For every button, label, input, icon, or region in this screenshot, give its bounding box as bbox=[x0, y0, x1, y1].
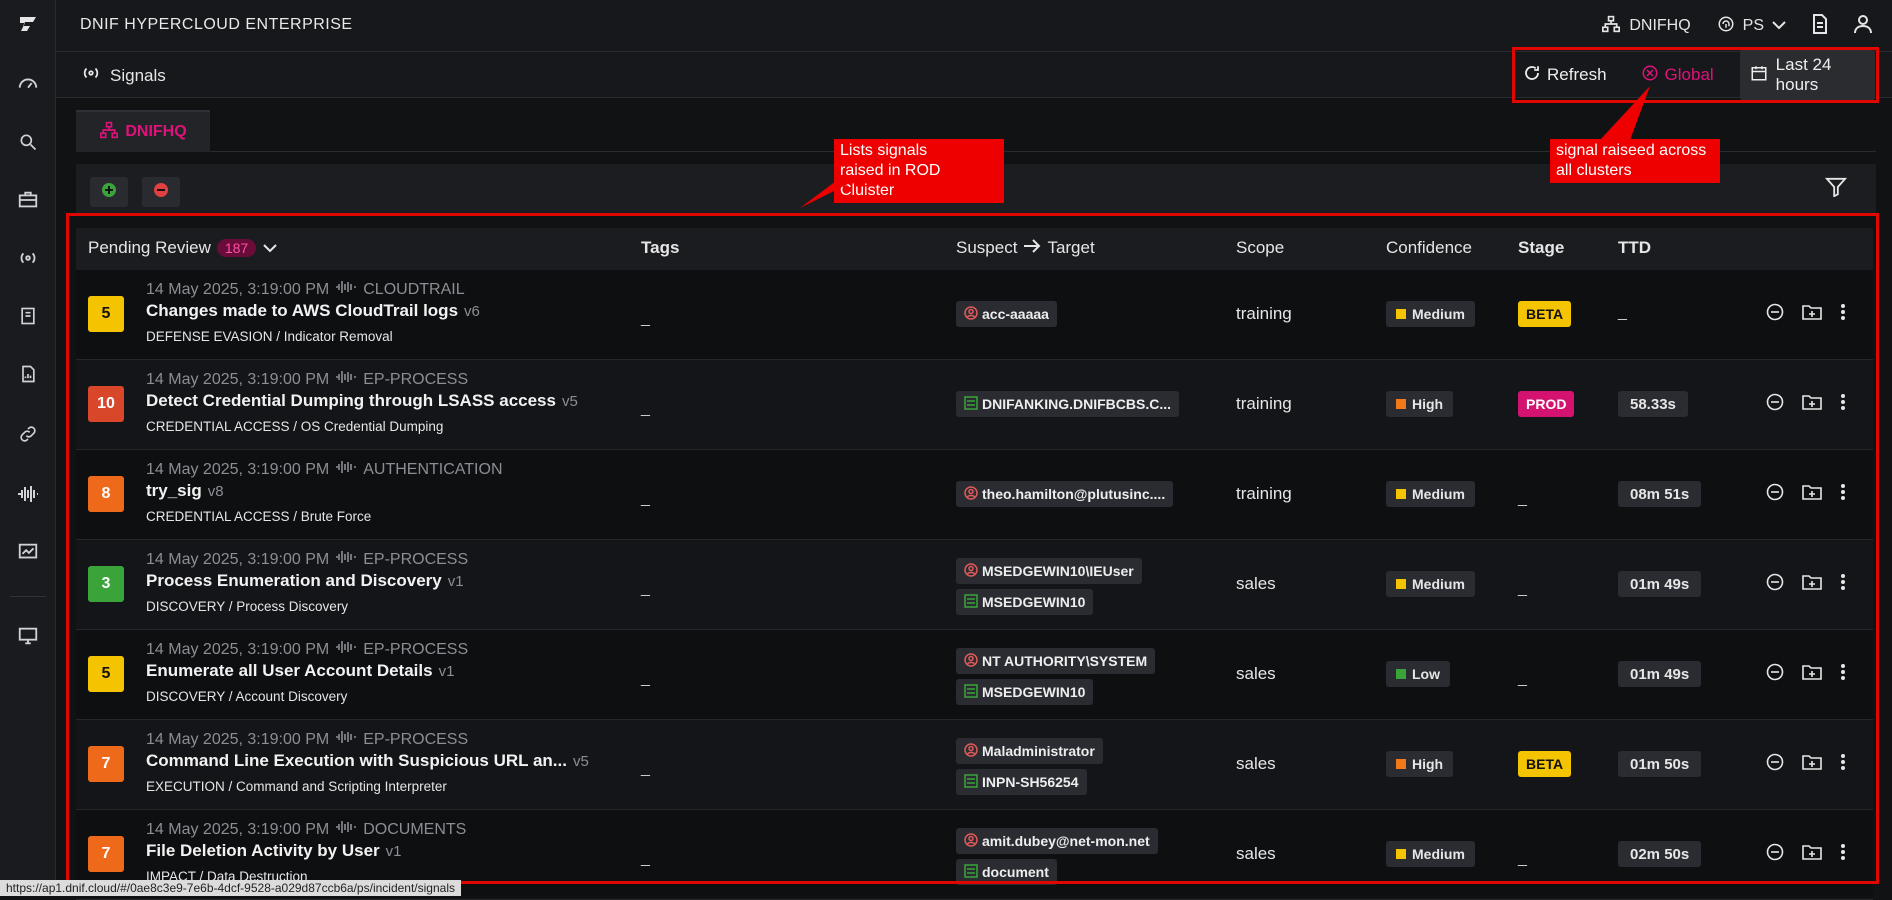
waveform-icon[interactable] bbox=[14, 480, 42, 508]
user-icon bbox=[1854, 14, 1872, 39]
link-icon[interactable] bbox=[14, 420, 42, 448]
signals-icon[interactable] bbox=[14, 244, 42, 272]
tab-dnifhq[interactable]: DNIFHQ bbox=[76, 110, 210, 152]
user-short: PS bbox=[1742, 17, 1764, 34]
notebook-icon[interactable] bbox=[14, 302, 42, 330]
collapse-all-button[interactable] bbox=[142, 177, 180, 207]
chevron-down-icon bbox=[1772, 17, 1786, 35]
status-bar-url: https://ap1.dnif.cloud/#/0ae8c3e9-7e6b-4… bbox=[0, 880, 461, 896]
briefcase-icon[interactable] bbox=[14, 186, 42, 214]
sidebar bbox=[0, 0, 56, 896]
top-bar: DNIF HYPERCLOUD ENTERPRISE DNIFHQ PS bbox=[56, 0, 1892, 52]
minus-circle-icon bbox=[153, 182, 169, 203]
search-icon[interactable] bbox=[14, 128, 42, 156]
callout-pointer-global bbox=[1600, 86, 1650, 140]
plus-circle-icon bbox=[101, 182, 117, 203]
document-icon bbox=[1812, 13, 1828, 39]
callout-global-note: signal raiseed across all clusters bbox=[1550, 139, 1720, 183]
tab-label: DNIFHQ bbox=[125, 123, 187, 140]
profile-button[interactable] bbox=[1854, 14, 1872, 39]
callout-pointer bbox=[800, 178, 860, 208]
monitor-icon[interactable] bbox=[14, 622, 42, 650]
user-menu[interactable]: PS bbox=[1717, 15, 1786, 38]
cluster-icon bbox=[99, 121, 119, 144]
cluster-label: DNIFHQ bbox=[1629, 17, 1691, 34]
signals-icon bbox=[80, 65, 102, 86]
analytics-icon[interactable] bbox=[14, 538, 42, 566]
report-icon[interactable] bbox=[14, 360, 42, 388]
document-button[interactable] bbox=[1812, 13, 1828, 39]
logo-icon[interactable] bbox=[14, 12, 42, 40]
sidebar-divider bbox=[10, 596, 46, 597]
app-title: DNIF HYPERCLOUD ENTERPRISE bbox=[80, 16, 353, 33]
filter-button[interactable] bbox=[1796, 164, 1876, 214]
dashboard-icon[interactable] bbox=[14, 70, 42, 98]
annotation-box-header bbox=[1512, 47, 1879, 103]
fingerprint-icon bbox=[1717, 15, 1735, 38]
expand-all-button[interactable] bbox=[90, 177, 128, 207]
annotation-box-table bbox=[66, 213, 1879, 884]
filter-icon bbox=[1824, 177, 1848, 202]
page-title: Signals bbox=[110, 65, 166, 85]
cluster-selector[interactable]: DNIFHQ bbox=[1601, 15, 1691, 38]
cluster-icon bbox=[1601, 15, 1621, 38]
